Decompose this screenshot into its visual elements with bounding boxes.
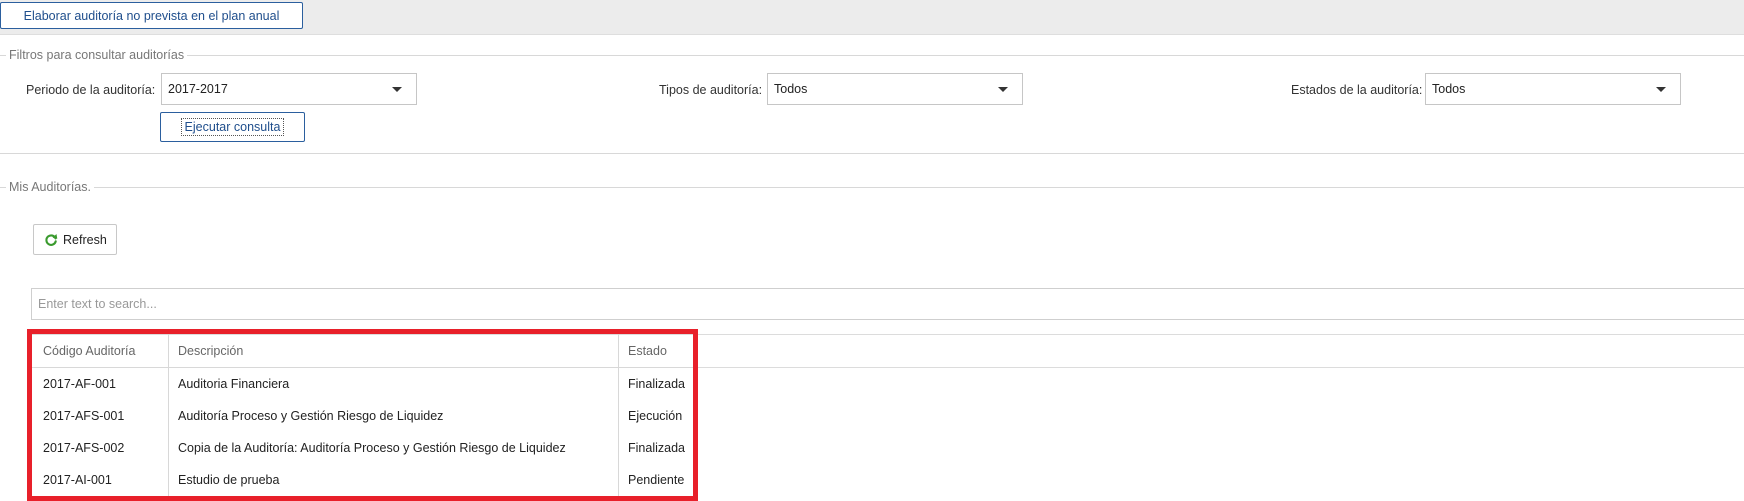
column-header-descripcion[interactable]: Descripción [168, 334, 619, 368]
cell-descripcion: Copia de la Auditoría: Auditoría Proceso… [168, 432, 619, 464]
run-query-label: Ejecutar consulta [180, 118, 285, 136]
cell-descripcion: Auditoria Financiera [168, 367, 619, 400]
cell-estado: Pendiente [628, 473, 685, 487]
audits-table: Código Auditoría Descripción Estado 2017… [34, 334, 698, 496]
table-row[interactable]: 2017-AF-001 Auditoria Financiera Finaliz… [34, 367, 698, 400]
refresh-label: Refresh [63, 232, 107, 247]
cell-estado: Ejecución [628, 409, 683, 423]
filters-legend-text: Filtros para consultar auditorías [9, 48, 185, 62]
estados-label: Estados de la auditoría: [1291, 83, 1423, 97]
column-header-codigo[interactable]: Código Auditoría [34, 334, 169, 368]
audits-fieldset-legend: Mis Auditorías. [0, 177, 1744, 197]
chevron-down-icon [998, 86, 1008, 92]
table-header-row: Código Auditoría Descripción Estado [34, 334, 698, 368]
cell-codigo: 2017-AF-001 [34, 367, 169, 400]
refresh-button[interactable]: Refresh [33, 224, 117, 255]
chevron-down-icon [392, 86, 402, 92]
periodo-label: Periodo de la auditoría: [26, 83, 156, 97]
periodo-select[interactable]: 2017-2017 [161, 73, 417, 105]
cell-estado: Finalizada [628, 377, 685, 391]
filters-fieldset-legend: Filtros para consultar auditorías [0, 45, 1744, 65]
cell-codigo: 2017-AI-001 [34, 464, 169, 496]
table-row[interactable]: 2017-AI-001 Estudio de prueba Pendiente [34, 464, 698, 496]
table-row[interactable]: 2017-AFS-002 Copia de la Auditoría: Audi… [34, 432, 698, 464]
cell-estado: Finalizada [628, 441, 685, 455]
tipos-select-value: Todos [774, 82, 808, 96]
cell-codigo: 2017-AFS-001 [34, 400, 169, 432]
table-row[interactable]: 2017-AFS-001 Auditoría Proceso y Gestión… [34, 400, 698, 432]
tipos-select[interactable]: Todos [767, 73, 1023, 105]
cell-codigo: 2017-AFS-002 [34, 432, 169, 464]
cell-descripcion: Estudio de prueba [168, 464, 619, 496]
chevron-down-icon [1656, 86, 1666, 92]
cell-descripcion: Auditoría Proceso y Gestión Riesgo de Li… [168, 400, 619, 432]
audits-legend-text: Mis Auditorías. [9, 180, 91, 194]
tipos-label: Tipos de auditoría: [659, 83, 763, 97]
section-divider [0, 153, 1744, 154]
top-toolbar: Elaborar auditoría no prevista en el pla… [0, 0, 1744, 35]
estados-select[interactable]: Todos [1425, 73, 1681, 105]
refresh-icon [45, 233, 58, 246]
column-header-estado[interactable]: Estado [618, 334, 698, 368]
estados-select-value: Todos [1432, 82, 1466, 96]
unplanned-audit-button[interactable]: Elaborar auditoría no prevista en el pla… [0, 2, 303, 29]
search-input[interactable] [31, 288, 1744, 320]
periodo-select-value: 2017-2017 [168, 82, 228, 96]
run-query-button[interactable]: Ejecutar consulta [160, 112, 305, 142]
